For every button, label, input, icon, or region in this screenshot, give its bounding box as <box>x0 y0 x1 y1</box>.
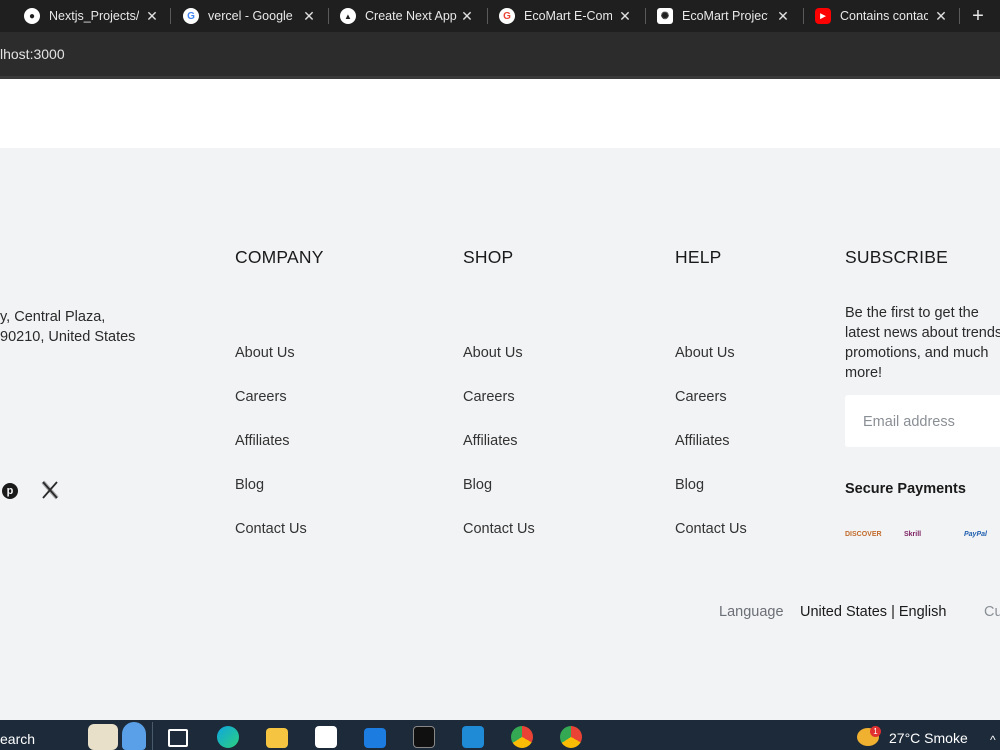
company-link-blog[interactable]: Blog <box>235 477 264 493</box>
tab-create-next-app[interactable]: ▲ Create Next App ✕ <box>340 0 475 32</box>
tab-divider <box>487 8 488 24</box>
help-link-affiliates[interactable]: Affiliates <box>675 433 730 449</box>
help-link-blog[interactable]: Blog <box>675 477 704 493</box>
language-selector[interactable]: United States | English <box>800 604 946 620</box>
tab-divider <box>328 8 329 24</box>
openai-icon: ✺ <box>657 8 673 24</box>
widget-notepad-icon[interactable] <box>88 724 118 750</box>
tab-vercel-google[interactable]: G vercel - Google ✕ <box>183 0 317 32</box>
help-link-careers[interactable]: Careers <box>675 389 727 405</box>
paypal-logo: PayPal <box>964 531 987 538</box>
mail-icon[interactable] <box>364 728 386 748</box>
tab-label: Create Next App <box>365 9 457 23</box>
subscribe-description: Be the first to get the latest news abou… <box>845 305 1000 381</box>
help-column-title: HELP <box>675 247 722 267</box>
shop-column-title: SHOP <box>463 247 514 267</box>
company-link-contact[interactable]: Contact Us <box>235 521 307 537</box>
footer-address-line: y, Central Plaza, <box>0 309 106 325</box>
taskbar-divider <box>152 722 153 750</box>
chrome-icon[interactable] <box>511 726 533 748</box>
tab-divider <box>959 8 960 24</box>
github-icon: ● <box>24 8 40 24</box>
edge-icon[interactable] <box>217 726 239 748</box>
company-link-affiliates[interactable]: Affiliates <box>235 433 290 449</box>
pinterest-icon[interactable]: p <box>2 483 18 499</box>
shop-link-careers[interactable]: Careers <box>463 389 515 405</box>
email-field-container <box>845 395 1000 449</box>
subscribe-title: SUBSCRIBE <box>845 247 948 267</box>
shop-link-about[interactable]: About Us <box>463 345 523 361</box>
close-icon[interactable]: ✕ <box>617 8 633 25</box>
tab-divider <box>170 8 171 24</box>
close-icon[interactable]: ✕ <box>775 8 791 25</box>
file-explorer-icon[interactable] <box>266 728 288 748</box>
microsoft-store-icon[interactable] <box>315 726 337 748</box>
terminal-icon[interactable] <box>413 726 435 748</box>
tab-label: EcoMart Project <box>682 9 768 23</box>
taskbar-search[interactable]: earch <box>0 731 35 747</box>
chrome-profile-icon[interactable] <box>560 726 582 748</box>
close-icon[interactable]: ✕ <box>459 8 475 25</box>
tab-label: vercel - Google <box>208 9 293 23</box>
tab-label: Contains contact <box>840 9 928 23</box>
help-link-about[interactable]: About Us <box>675 345 735 361</box>
youtube-icon: ▶ <box>815 8 831 24</box>
google-icon: G <box>499 8 515 24</box>
email-field[interactable] <box>861 395 1000 449</box>
company-link-careers[interactable]: Careers <box>235 389 287 405</box>
tab-label: EcoMart E-Comm <box>524 9 612 23</box>
footer-address-line: 90210, United States <box>0 329 136 345</box>
skrill-logo: Skrill <box>904 531 922 538</box>
new-tab-button[interactable]: + <box>966 0 990 32</box>
tab-label: Nextjs_Projects/ <box>49 9 139 23</box>
tab-divider <box>803 8 804 24</box>
company-column-title: COMPANY <box>235 247 324 267</box>
tab-ecomart-ecommerce[interactable]: G EcoMart E-Comm ✕ <box>499 0 633 32</box>
page-header-area <box>0 79 1000 148</box>
url-field[interactable]: lhost:3000 <box>0 46 65 62</box>
shop-link-affiliates[interactable]: Affiliates <box>463 433 518 449</box>
tab-contains-contact[interactable]: ▶ Contains contact ✕ <box>815 0 949 32</box>
tab-nextjs-projects[interactable]: ● Nextjs_Projects/ ✕ <box>24 0 160 32</box>
tab-ecomart-project[interactable]: ✺ EcoMart Project ✕ <box>657 0 791 32</box>
task-view-icon[interactable] <box>168 729 188 747</box>
notification-badge: 1 <box>870 726 881 737</box>
x-twitter-icon[interactable] <box>41 480 59 500</box>
close-icon[interactable]: ✕ <box>933 8 949 25</box>
discover-logo: DISCOVER <box>845 531 882 538</box>
secure-payments-title: Secure Payments <box>845 481 966 497</box>
chevron-up-icon[interactable]: ^ <box>990 733 996 747</box>
currency-selector[interactable]: Cu <box>984 604 1000 620</box>
shop-link-contact[interactable]: Contact Us <box>463 521 535 537</box>
weather-text[interactable]: 27°C Smoke <box>889 730 968 746</box>
vscode-icon[interactable] <box>462 726 484 748</box>
address-bar <box>0 32 1000 76</box>
shop-link-blog[interactable]: Blog <box>463 477 492 493</box>
copilot-figure-icon[interactable] <box>122 722 146 750</box>
tab-divider <box>645 8 646 24</box>
language-label: Language <box>719 604 784 620</box>
vercel-icon: ▲ <box>340 8 356 24</box>
help-link-contact[interactable]: Contact Us <box>675 521 747 537</box>
company-link-about[interactable]: About Us <box>235 345 295 361</box>
windows-taskbar <box>0 720 1000 750</box>
close-icon[interactable]: ✕ <box>144 8 160 25</box>
google-icon: G <box>183 8 199 24</box>
close-icon[interactable]: ✕ <box>301 8 317 25</box>
